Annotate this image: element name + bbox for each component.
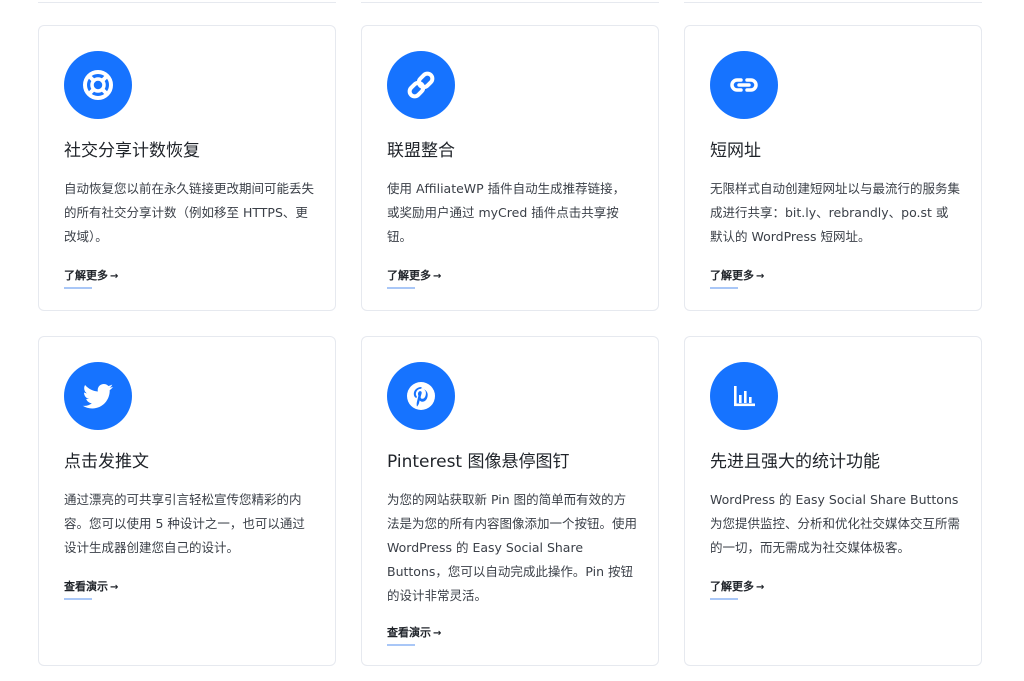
view-demo-link[interactable]: 查看演示 → [64, 580, 119, 600]
link-label: 了解更多 [710, 580, 754, 593]
arrow-right-icon: → [756, 271, 765, 282]
learn-more-link[interactable]: 了解更多 → [710, 580, 765, 600]
learn-more-link[interactable]: 了解更多 → [387, 269, 442, 289]
short-link-icon [710, 51, 778, 119]
card-description: 自动恢复您以前在永久链接更改期间可能丢失的所有社交分享计数（例如移至 HTTPS… [64, 181, 315, 244]
view-demo-link[interactable]: 查看演示 → [387, 626, 442, 646]
link-label: 了解更多 [710, 269, 754, 282]
card-description: 为您的网站获取新 Pin 图的简单而有效的方法是为您的所有内容图像添加一个按钮。… [387, 492, 638, 603]
arrow-right-icon: → [110, 582, 119, 593]
card-title: 社交分享计数恢复 [64, 141, 200, 161]
card-description: 使用 AffiliateWP 插件自动生成推荐链接，或奖励用户通过 myCred… [387, 181, 626, 244]
previous-card-edge [38, 0, 336, 3]
learn-more-link[interactable]: 了解更多 → [710, 269, 765, 289]
feature-card-pinterest-hover-pin: Pinterest 图像悬停图钉 为您的网站获取新 Pin 图的简单而有效的方法… [361, 336, 659, 666]
twitter-icon [64, 362, 132, 430]
link-label: 了解更多 [387, 269, 431, 282]
bar-chart-icon [710, 362, 778, 430]
arrow-right-icon: → [110, 271, 119, 282]
lifebuoy-icon [64, 51, 132, 119]
card-title: 短网址 [710, 141, 761, 161]
features-grid: 社交分享计数恢复 自动恢复您以前在永久链接更改期间可能丢失的所有社交分享计数（例… [0, 0, 1024, 681]
pinterest-icon [387, 362, 455, 430]
card-title: Pinterest 图像悬停图钉 [387, 452, 570, 472]
feature-card-share-count-recovery: 社交分享计数恢复 自动恢复您以前在永久链接更改期间可能丢失的所有社交分享计数（例… [38, 25, 336, 311]
learn-more-link[interactable]: 了解更多 → [64, 269, 119, 289]
link-label: 查看演示 [64, 580, 108, 593]
arrow-right-icon: → [433, 271, 442, 282]
card-title: 先进且强大的统计功能 [710, 452, 880, 472]
card-description: 通过漂亮的可共享引言轻松宣传您精彩的内容。您可以使用 5 种设计之一，也可以通过… [64, 492, 305, 555]
link-icon [387, 51, 455, 119]
link-label: 了解更多 [64, 269, 108, 282]
feature-card-advanced-statistics: 先进且强大的统计功能 WordPress 的 Easy Social Share… [684, 336, 982, 666]
link-label: 查看演示 [387, 626, 431, 639]
arrow-right-icon: → [433, 628, 442, 639]
card-title: 联盟整合 [387, 141, 455, 161]
previous-card-edge [684, 0, 982, 3]
card-description: WordPress 的 Easy Social Share Buttons 为您… [710, 492, 961, 555]
feature-card-affiliate-integration: 联盟整合 使用 AffiliateWP 插件自动生成推荐链接，或奖励用户通过 m… [361, 25, 659, 311]
feature-card-click-to-tweet: 点击发推文 通过漂亮的可共享引言轻松宣传您精彩的内容。您可以使用 5 种设计之一… [38, 336, 336, 666]
card-title: 点击发推文 [64, 452, 149, 472]
previous-card-edge [361, 0, 659, 3]
feature-card-short-url: 短网址 无限样式自动创建短网址以与最流行的服务集成进行共享：bit.ly、reb… [684, 25, 982, 311]
arrow-right-icon: → [756, 582, 765, 593]
card-description: 无限样式自动创建短网址以与最流行的服务集成进行共享：bit.ly、rebrand… [710, 181, 961, 244]
